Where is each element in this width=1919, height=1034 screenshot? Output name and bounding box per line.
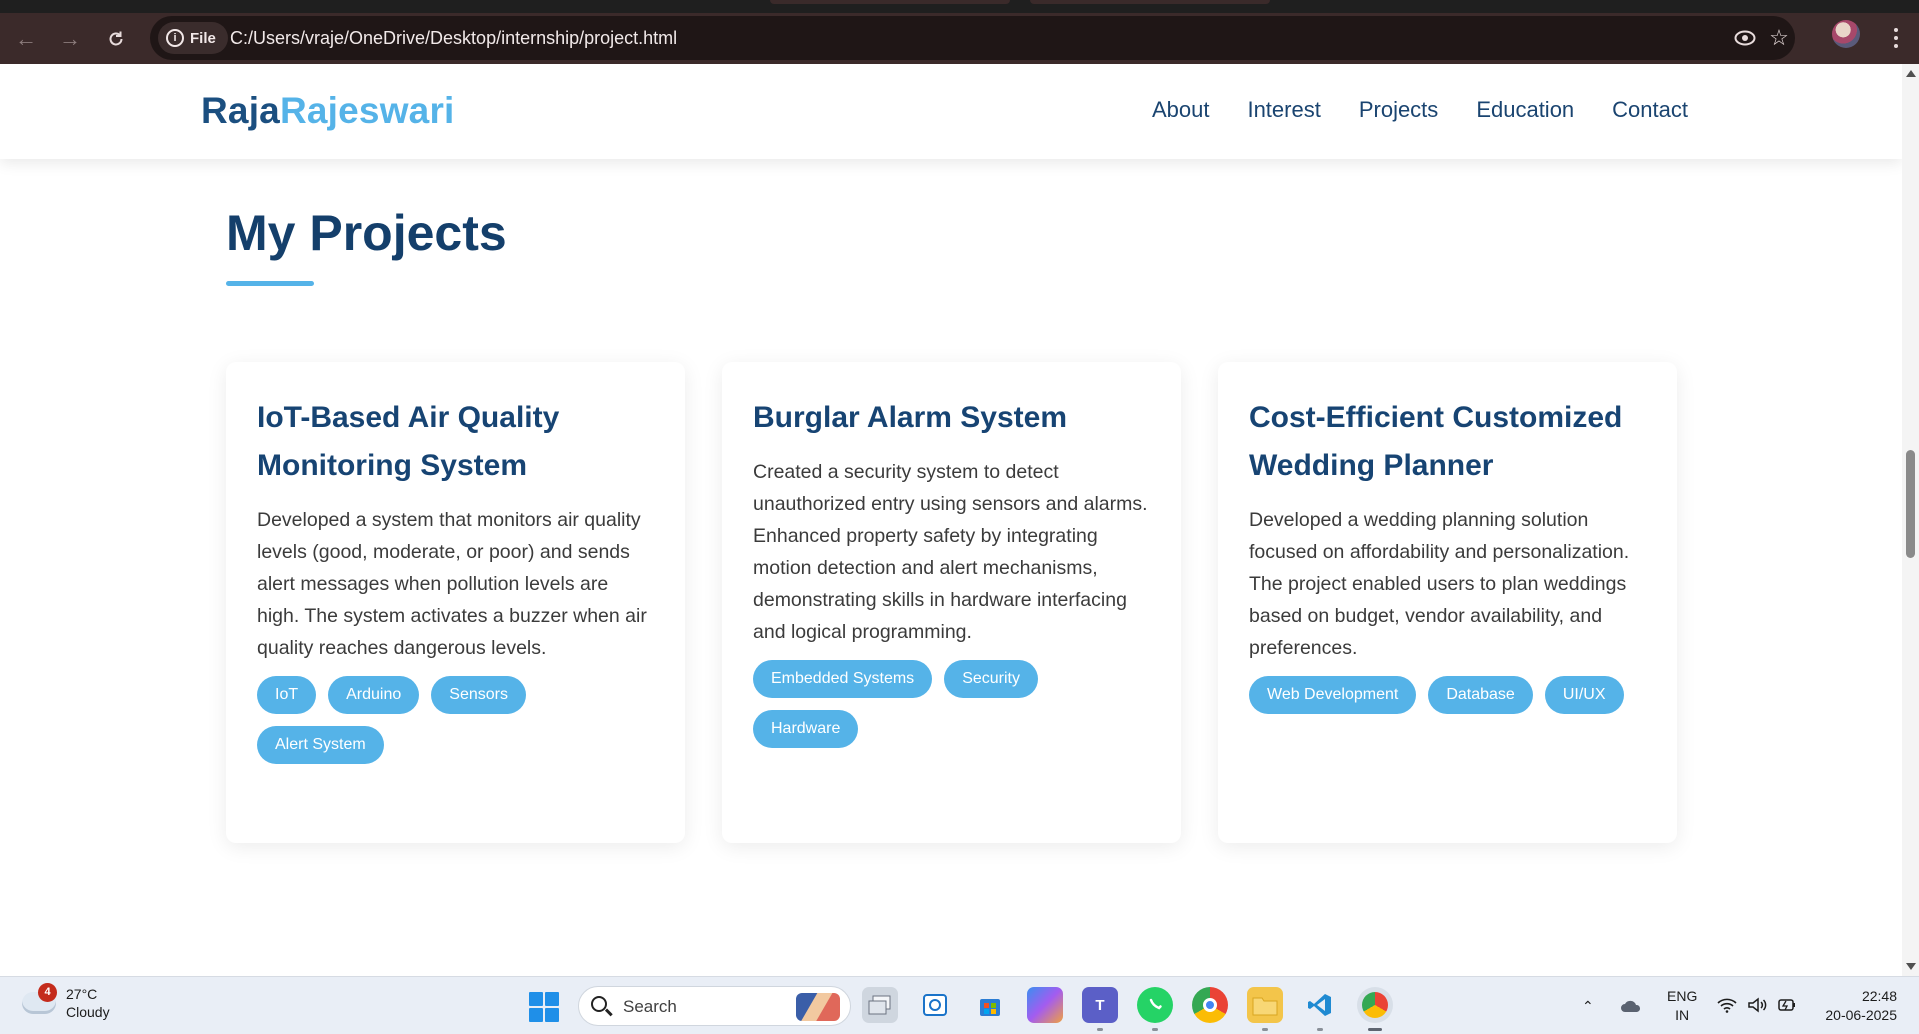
- project-tags: Embedded Systems Security Hardware: [753, 660, 1151, 748]
- wifi-icon: [1717, 997, 1737, 1016]
- start-button[interactable]: [529, 992, 559, 1022]
- teams-icon[interactable]: T: [1082, 987, 1118, 1031]
- project-title: IoT-Based Air Quality Monitoring System: [257, 401, 560, 482]
- nav-education[interactable]: Education: [1476, 97, 1574, 123]
- back-button[interactable]: ←: [6, 19, 46, 59]
- tab-strip: [0, 0, 1919, 13]
- language-indicator[interactable]: ENG IN: [1667, 987, 1697, 1025]
- project-tags: IoT Arduino Sensors Alert System: [257, 676, 655, 764]
- project-description: Developed a system that monitors air qua…: [257, 509, 647, 659]
- profile-avatar[interactable]: [1832, 20, 1860, 48]
- whatsapp-icon[interactable]: [1137, 987, 1173, 1031]
- project-tag: Sensors: [431, 676, 526, 714]
- title-underline: [226, 281, 314, 286]
- notification-badge: 4: [38, 983, 57, 1002]
- project-tag: Embedded Systems: [753, 660, 933, 698]
- clock-time: 22:48: [1861, 988, 1897, 1004]
- battery-icon: [1777, 997, 1797, 1016]
- reload-button[interactable]: [96, 19, 136, 59]
- project-title: Burglar Alarm System: [753, 401, 1068, 434]
- language-line2: IN: [1675, 1007, 1690, 1023]
- search-icon: [591, 996, 607, 1012]
- project-tag: UI/UX: [1544, 676, 1624, 714]
- site-logo[interactable]: RajaRajeswari: [201, 90, 455, 132]
- forward-button[interactable]: →: [50, 19, 90, 59]
- copilot-icon[interactable]: [1027, 987, 1063, 1023]
- project-description: Developed a wedding planning solution fo…: [1249, 509, 1630, 659]
- eye-icon[interactable]: [1730, 23, 1760, 53]
- project-card: Burglar Alarm System Created a security …: [722, 362, 1181, 843]
- windows-taskbar: 4 27°C Cloudy Search T ⌃ ENG IN 22:48 20…: [0, 976, 1919, 1034]
- snipping-tool-icon[interactable]: [917, 987, 953, 1023]
- weather-widget[interactable]: 4 27°C Cloudy: [22, 983, 110, 1021]
- bookmark-star-icon[interactable]: ☆: [1764, 23, 1794, 53]
- file-explorer-icon[interactable]: [1247, 987, 1283, 1031]
- project-tag: Hardware: [753, 710, 859, 748]
- page-viewport: RajaRajeswari About Interest Projects Ed…: [0, 64, 1902, 976]
- page-scrollbar[interactable]: [1902, 64, 1919, 976]
- project-card: IoT-Based Air Quality Monitoring System …: [226, 362, 685, 843]
- weather-condition: Cloudy: [66, 1004, 110, 1020]
- taskbar-clock[interactable]: 22:48 20-06-2025: [1825, 987, 1897, 1025]
- chrome-icon[interactable]: [1192, 987, 1228, 1023]
- nav-about[interactable]: About: [1152, 97, 1210, 123]
- project-tag: Database: [1428, 676, 1533, 714]
- show-hidden-icons[interactable]: ⌃: [1582, 977, 1594, 1034]
- url-text[interactable]: C:/Users/vraje/OneDrive/Desktop/internsh…: [230, 16, 677, 60]
- clock-date: 20-06-2025: [1825, 1007, 1897, 1023]
- task-view-icon[interactable]: [862, 987, 898, 1023]
- microsoft-store-icon[interactable]: [972, 987, 1008, 1023]
- tab-edge[interactable]: [1030, 0, 1270, 4]
- scroll-up-icon[interactable]: [1906, 70, 1916, 77]
- project-description: Created a security system to detect unau…: [753, 461, 1148, 643]
- info-icon: i: [166, 29, 184, 47]
- address-bar[interactable]: i File C:/Users/vraje/OneDrive/Desktop/i…: [150, 16, 1795, 60]
- site-info-chip[interactable]: i File: [158, 22, 228, 54]
- project-card: Cost-Efficient Customized Wedding Planne…: [1218, 362, 1677, 843]
- cloud-icon: 4: [22, 983, 57, 1014]
- volume-icon: [1747, 996, 1767, 1016]
- logo-second: Rajeswari: [279, 90, 455, 131]
- taskbar-search[interactable]: Search: [578, 986, 851, 1026]
- scroll-thumb[interactable]: [1906, 450, 1915, 558]
- scroll-down-icon[interactable]: [1906, 963, 1916, 970]
- language-line1: ENG: [1667, 988, 1698, 1004]
- onedrive-icon[interactable]: [1620, 977, 1642, 1034]
- nav-contact[interactable]: Contact: [1612, 97, 1688, 123]
- search-placeholder: Search: [623, 997, 677, 1016]
- project-tag: IoT: [257, 676, 317, 714]
- nav-projects[interactable]: Projects: [1359, 97, 1438, 123]
- main-nav: About Interest Projects Education Contac…: [1152, 97, 1688, 123]
- search-highlight-image: [796, 993, 840, 1021]
- tab-edge[interactable]: [770, 0, 1010, 4]
- project-tag: Security: [944, 660, 1038, 698]
- browser-menu-icon[interactable]: [1884, 21, 1908, 55]
- system-tray-status[interactable]: [1717, 977, 1797, 1034]
- section-title: My Projects: [226, 205, 507, 261]
- nav-interest[interactable]: Interest: [1247, 97, 1320, 123]
- project-tag: Arduino: [328, 676, 420, 714]
- project-tag: Alert System: [257, 726, 384, 764]
- logo-first: Raja: [201, 90, 280, 131]
- temperature: 27°C: [66, 986, 98, 1002]
- site-info-label: File: [190, 29, 216, 47]
- reload-icon: [109, 31, 123, 46]
- vscode-icon[interactable]: [1302, 987, 1338, 1031]
- site-header: RajaRajeswari About Interest Projects Ed…: [0, 64, 1902, 159]
- project-title: Cost-Efficient Customized Wedding Planne…: [1249, 401, 1623, 482]
- chrome-profile-icon[interactable]: [1357, 987, 1393, 1031]
- browser-toolbar: ← → i File C:/Users/vraje/OneDrive/Deskt…: [0, 13, 1919, 64]
- project-tag: Web Development: [1249, 676, 1417, 714]
- project-tags: Web Development Database UI/UX: [1249, 676, 1647, 714]
